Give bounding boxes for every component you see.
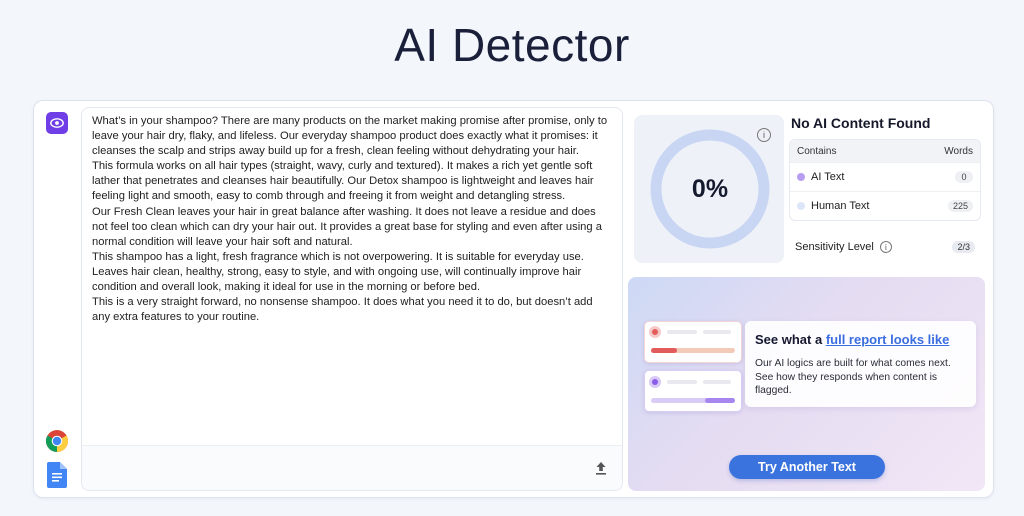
sensitivity-label: Sensitivity Level [795, 241, 874, 253]
stats-table: Contains Words AI Text 0 Human Text 225 [789, 139, 981, 221]
article-paragraph: This is a very straight forward, no nons… [92, 296, 593, 324]
upload-icon[interactable] [592, 459, 610, 477]
try-another-text-button[interactable]: Try Another Text [729, 455, 885, 479]
report-preview-card [644, 321, 742, 363]
promo-body: Our AI logics are built for what comes n… [755, 358, 951, 396]
detector-card: What’s in your shampoo? There are many p… [33, 100, 994, 498]
promo-panel: See what a full report looks like Our AI… [628, 277, 985, 491]
count-badge: 0 [955, 171, 973, 183]
promo-heading: See what a full report looks like [755, 332, 949, 347]
sensitivity-badge: 2/3 [952, 241, 975, 253]
report-preview-card [644, 370, 742, 412]
info-icon[interactable]: i [879, 241, 892, 253]
article-text[interactable]: What’s in your shampoo? There are many p… [92, 114, 612, 325]
result-title: No AI Content Found [791, 115, 931, 131]
google-docs-icon[interactable] [47, 462, 67, 488]
stats-header: Contains Words [790, 140, 980, 162]
score-value: 0% [691, 174, 729, 203]
page-title: AI Detector [394, 19, 630, 71]
chrome-icon[interactable] [45, 429, 69, 453]
count-badge: 225 [947, 200, 973, 212]
article-paragraph: This shampoo has a light, fresh fragranc… [92, 250, 584, 294]
text-input-footer [82, 445, 622, 490]
sensitivity-level[interactable]: Sensitivity Level i 2/3 [795, 239, 975, 255]
ai-dot-icon [797, 173, 805, 181]
eye-icon[interactable] [46, 112, 68, 134]
full-report-link[interactable]: full report looks like [826, 332, 950, 347]
stats-row-human: Human Text 225 [790, 191, 980, 220]
words-header: Words [944, 145, 973, 157]
row-label: Human Text [811, 200, 870, 212]
info-icon[interactable]: i [757, 128, 771, 142]
promo-heading-text: See what a [755, 332, 826, 347]
article-paragraph: Our Fresh Clean leaves your hair in grea… [92, 205, 602, 248]
human-dot-icon [797, 202, 805, 210]
article-paragraph: What’s in your shampoo? There are many p… [92, 115, 608, 158]
contains-header: Contains [797, 145, 837, 157]
score-panel: 0% i [634, 115, 784, 263]
article-paragraph: This formula works on all hair types (st… [92, 160, 594, 203]
promo-card: See what a full report looks like Our AI… [745, 321, 976, 407]
text-input-area[interactable]: What’s in your shampoo? There are many p… [81, 107, 623, 491]
stats-row-ai: AI Text 0 [790, 162, 980, 191]
row-label: AI Text [811, 171, 845, 183]
